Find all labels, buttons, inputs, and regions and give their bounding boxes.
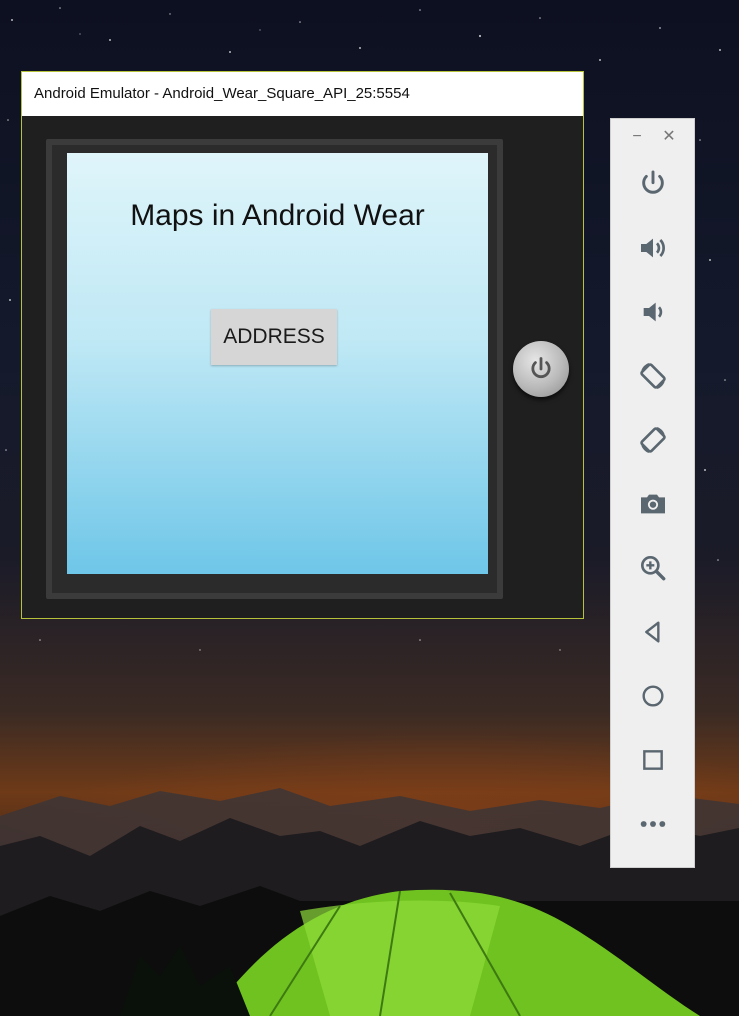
emulator-toolbar: − ✕ bbox=[610, 118, 695, 868]
rotate-right-button[interactable] bbox=[632, 419, 674, 461]
minimize-button[interactable]: − bbox=[627, 127, 647, 147]
volume-down-icon bbox=[643, 302, 663, 322]
more-icon bbox=[640, 821, 666, 827]
more-button[interactable] bbox=[632, 803, 674, 845]
zoom-icon bbox=[641, 556, 666, 581]
rotate-left-icon bbox=[640, 363, 666, 389]
window-title[interactable]: Android Emulator - Android_Wear_Square_A… bbox=[22, 72, 583, 116]
home-button[interactable] bbox=[632, 675, 674, 717]
hardware-power-button[interactable] bbox=[513, 341, 569, 397]
volume-up-icon bbox=[641, 238, 665, 258]
power-icon bbox=[642, 170, 664, 194]
rotate-right-icon bbox=[640, 427, 666, 453]
address-button[interactable]: ADDRESS bbox=[211, 309, 337, 365]
emulator-window: Android Emulator - Android_Wear_Square_A… bbox=[21, 71, 584, 619]
volume-up-button[interactable] bbox=[632, 227, 674, 269]
rotate-left-button[interactable] bbox=[632, 355, 674, 397]
overview-icon bbox=[643, 750, 663, 770]
home-icon bbox=[642, 685, 664, 707]
back-button[interactable] bbox=[632, 611, 674, 653]
zoom-button[interactable] bbox=[632, 547, 674, 589]
app-title: Maps in Android Wear bbox=[130, 199, 425, 232]
camera-icon bbox=[641, 494, 665, 514]
volume-down-button[interactable] bbox=[632, 291, 674, 333]
power-icon bbox=[531, 357, 551, 379]
toolbar-power-button[interactable] bbox=[632, 163, 674, 205]
close-button[interactable]: ✕ bbox=[659, 127, 679, 147]
watch-screen[interactable]: Maps in Android Wear ADDRESS bbox=[67, 153, 488, 574]
overview-button[interactable] bbox=[632, 739, 674, 781]
toolbar-window-controls: − ✕ bbox=[611, 127, 696, 147]
back-icon bbox=[645, 621, 660, 643]
screenshot-button[interactable] bbox=[632, 483, 674, 525]
